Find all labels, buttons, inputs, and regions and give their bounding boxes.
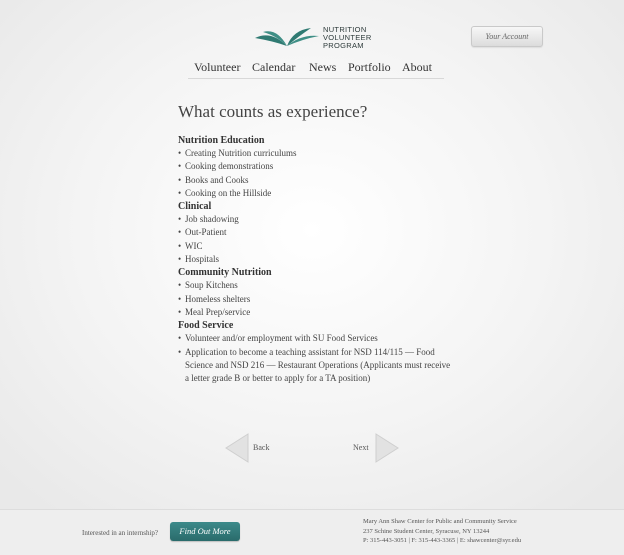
address-line: Mary Ann Shaw Center for Public and Comm… — [363, 518, 517, 525]
right-arrow-icon[interactable] — [374, 433, 400, 463]
logo[interactable]: NUTRITION VOLUNTEER PROGRAM — [253, 24, 383, 54]
nav-item-calendar[interactable]: Calendar — [252, 60, 295, 75]
section-title: Nutrition Education — [178, 135, 265, 146]
internship-prompt: Interested in an internship? — [82, 529, 159, 537]
list-item: Cooking on the Hillside — [178, 187, 453, 201]
logo-text: NUTRITION VOLUNTEER PROGRAM — [323, 26, 403, 50]
list-item: Application to become a teaching assista… — [178, 346, 453, 386]
list-item: Books and Cooks — [178, 174, 453, 188]
list-item: Hospitals — [178, 253, 453, 267]
find-out-more-button[interactable]: Find Out More — [170, 522, 240, 541]
nav-item-volunteer[interactable]: Volunteer — [194, 60, 240, 75]
experience-list: Creating Nutrition curriculums Cooking d… — [178, 147, 453, 200]
back-link[interactable]: Back — [253, 443, 269, 452]
nav-item-about[interactable]: About — [402, 60, 432, 75]
left-arrow-icon[interactable] — [224, 433, 250, 463]
list-item: Meal Prep/service — [178, 306, 453, 320]
list-item: Soup Kitchens — [178, 279, 453, 293]
experience-list: Volunteer and/or employment with SU Food… — [178, 332, 453, 385]
nav-item-news[interactable]: News — [309, 60, 336, 75]
logo-line: PROGRAM — [323, 41, 364, 50]
page-title: What counts as experience? — [178, 102, 368, 121]
list-item: Volunteer and/or employment with SU Food… — [178, 332, 453, 346]
your-account-button[interactable]: Your Account — [471, 26, 543, 47]
list-item: Out-Patient — [178, 226, 453, 240]
nav-item-portfolio[interactable]: Portfolio — [348, 60, 391, 75]
list-item: WIC — [178, 240, 453, 254]
list-item: Creating Nutrition curriculums — [178, 147, 453, 161]
header: NUTRITION VOLUNTEER PROGRAM Your Account… — [0, 0, 624, 80]
main-nav: Volunteer Calendar News Portfolio About — [188, 58, 444, 79]
open-book-leaf-icon — [255, 28, 319, 46]
list-item: Job shadowing — [178, 213, 453, 227]
experience-list: Soup Kitchens Homeless shelters Meal Pre… — [178, 279, 453, 319]
section-title: Food Service — [178, 320, 234, 332]
contact-address: Mary Ann Shaw Center for Public and Comm… — [363, 517, 521, 546]
list-item: Cooking demonstrations — [178, 160, 453, 174]
section-title: Clinical — [178, 201, 212, 213]
main-content: What counts as experience? Nutrition Edu… — [178, 102, 453, 385]
address-line: P: 315-443-3051 | F: 315-443-3365 | E: s… — [363, 537, 522, 544]
list-item: Homeless shelters — [178, 293, 453, 307]
address-line: 237 Schine Student Center, Syracuse, NY … — [363, 527, 490, 535]
section-title: Community Nutrition — [178, 267, 272, 279]
next-link[interactable]: Next — [353, 443, 369, 452]
footer: Interested in an internship? Find Out Mo… — [0, 509, 624, 555]
experience-list: Job shadowing Out-Patient WIC Hospitals — [178, 213, 453, 266]
